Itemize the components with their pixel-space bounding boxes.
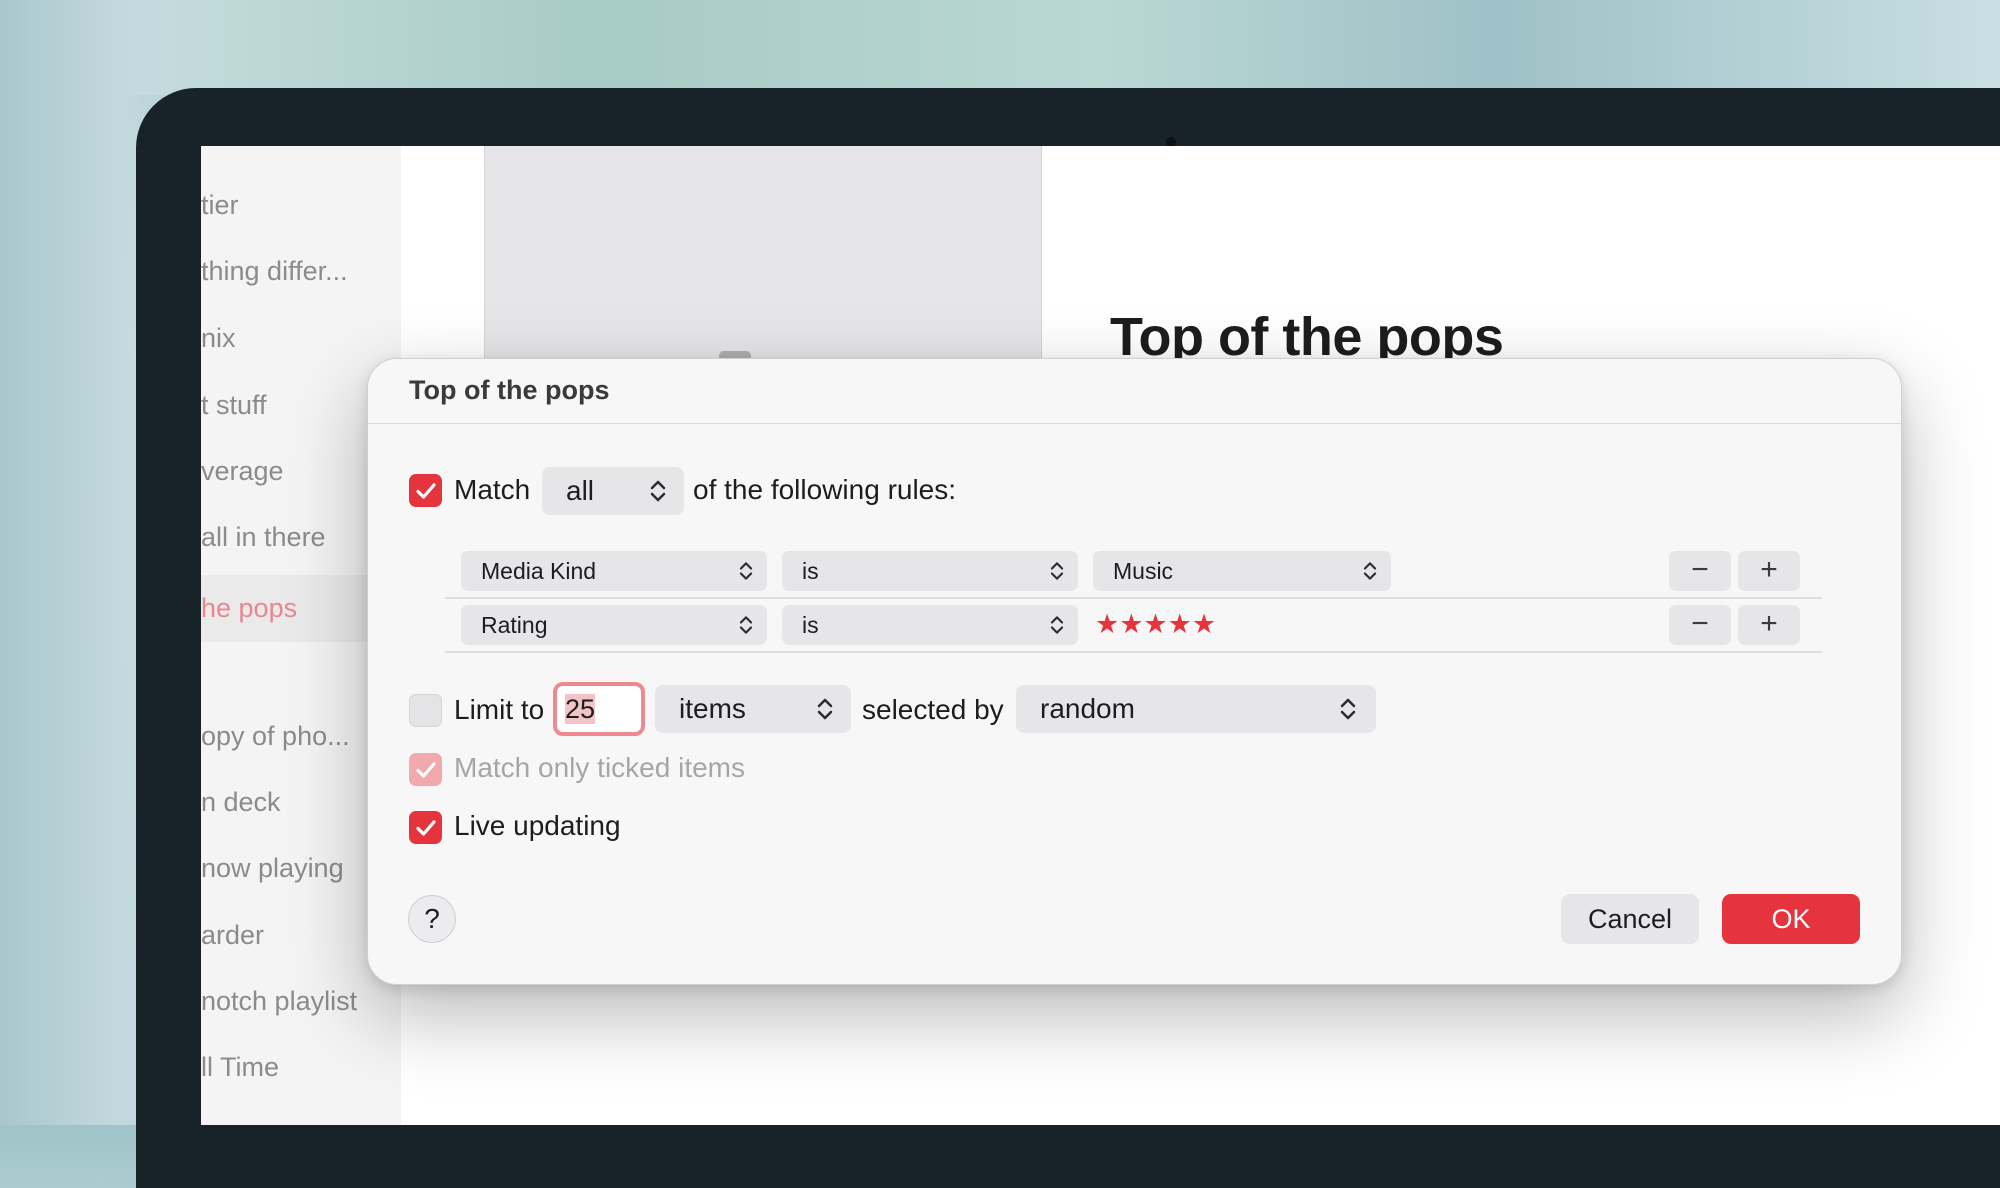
help-button[interactable]: ? [408, 895, 456, 943]
limit-count-value: 25 [565, 694, 596, 724]
rule-value-selector[interactable]: Music [1093, 551, 1391, 591]
rule-field-value: Media Kind [481, 558, 597, 584]
sidebar-item-label: notch playlist [201, 986, 358, 1016]
chevron-updown-icon [650, 480, 666, 502]
chevron-updown-icon [739, 562, 753, 580]
selected-by-label: selected by [862, 694, 1004, 725]
rule-operator-value: is [802, 612, 819, 638]
selected-by-value: random [1040, 693, 1135, 724]
sidebar-item-label: he pops [201, 593, 298, 623]
checkmark-icon [415, 482, 436, 499]
match-ticked-label: Match only ticked items [454, 752, 745, 783]
checkmark-icon [415, 761, 436, 778]
sidebar-item-label: tier [201, 190, 239, 220]
live-updating-checkbox[interactable] [409, 811, 442, 844]
live-updating-label: Live updating [454, 810, 621, 841]
add-rule-button[interactable]: + [1738, 605, 1800, 645]
limit-label: Limit to [454, 694, 545, 725]
rating-stars[interactable]: ★★★★★ [1095, 609, 1216, 640]
smart-playlist-dialog: Top of the pops Match all of the followi… [367, 358, 1902, 985]
sidebar-item-playlist[interactable]: ll Time [201, 1039, 401, 1095]
sidebar-item-label: arder [201, 920, 265, 950]
rule-field-selector[interactable]: Media Kind [461, 551, 767, 591]
rule-operator-selector[interactable]: is [782, 605, 1078, 645]
chevron-updown-icon [1050, 616, 1064, 634]
chevron-updown-icon [1363, 562, 1377, 580]
ok-button[interactable]: OK [1722, 894, 1860, 944]
sidebar-item-label: t stuff [201, 390, 267, 420]
sidebar-item-label: now playing [201, 853, 344, 883]
rule-field-selector[interactable]: Rating [461, 605, 767, 645]
sidebar-item-playlist[interactable]: notch playlist [201, 973, 401, 1029]
match-label: Match [454, 474, 531, 505]
chevron-updown-icon [739, 616, 753, 634]
sidebar-item-label: ll Time [201, 1052, 280, 1082]
rule-field-value: Rating [481, 612, 548, 638]
sidebar-item-label: all in there [201, 522, 326, 552]
rule-divider [445, 651, 1822, 653]
match-checkbox[interactable] [409, 474, 442, 507]
chevron-updown-icon [817, 698, 833, 720]
rule-operator-value: is [802, 558, 819, 584]
remove-rule-button[interactable]: − [1669, 605, 1731, 645]
match-suffix: of the following rules: [693, 474, 957, 505]
sidebar-item-label: verage [201, 456, 284, 486]
sidebar-item-label: n deck [201, 787, 281, 817]
chevron-updown-icon [1340, 698, 1356, 720]
sidebar-item-label: opy of pho... [201, 721, 350, 751]
rule-operator-selector[interactable]: is [782, 551, 1078, 591]
sidebar-item-playlist[interactable]: nix [201, 310, 401, 366]
add-rule-button[interactable]: + [1738, 551, 1800, 591]
limit-unit-value: items [679, 693, 746, 724]
rule-divider [445, 597, 1822, 599]
chevron-updown-icon [1050, 562, 1064, 580]
match-ticked-checkbox[interactable] [409, 753, 442, 786]
dialog-header: Top of the pops [368, 359, 1901, 424]
cancel-button[interactable]: Cancel [1561, 894, 1699, 944]
sidebar-item-label: nix [201, 323, 236, 353]
checkmark-icon [415, 819, 436, 836]
dialog-title: Top of the pops [409, 375, 610, 405]
limit-unit-selector[interactable]: items [655, 685, 851, 733]
rule-value: Music [1113, 558, 1174, 584]
remove-rule-button[interactable]: − [1669, 551, 1731, 591]
sidebar-item-label: thing differ... [201, 256, 348, 286]
match-selector[interactable]: all [542, 467, 684, 515]
sidebar-item-playlist[interactable]: tier [201, 177, 401, 233]
selected-by-selector[interactable]: random [1016, 685, 1376, 733]
limit-count-input[interactable]: 25 [553, 682, 645, 736]
match-selector-value: all [566, 475, 595, 506]
limit-checkbox[interactable] [409, 694, 442, 727]
background-top [0, 0, 2000, 95]
sidebar-item-playlist[interactable]: thing differ... [201, 243, 401, 299]
